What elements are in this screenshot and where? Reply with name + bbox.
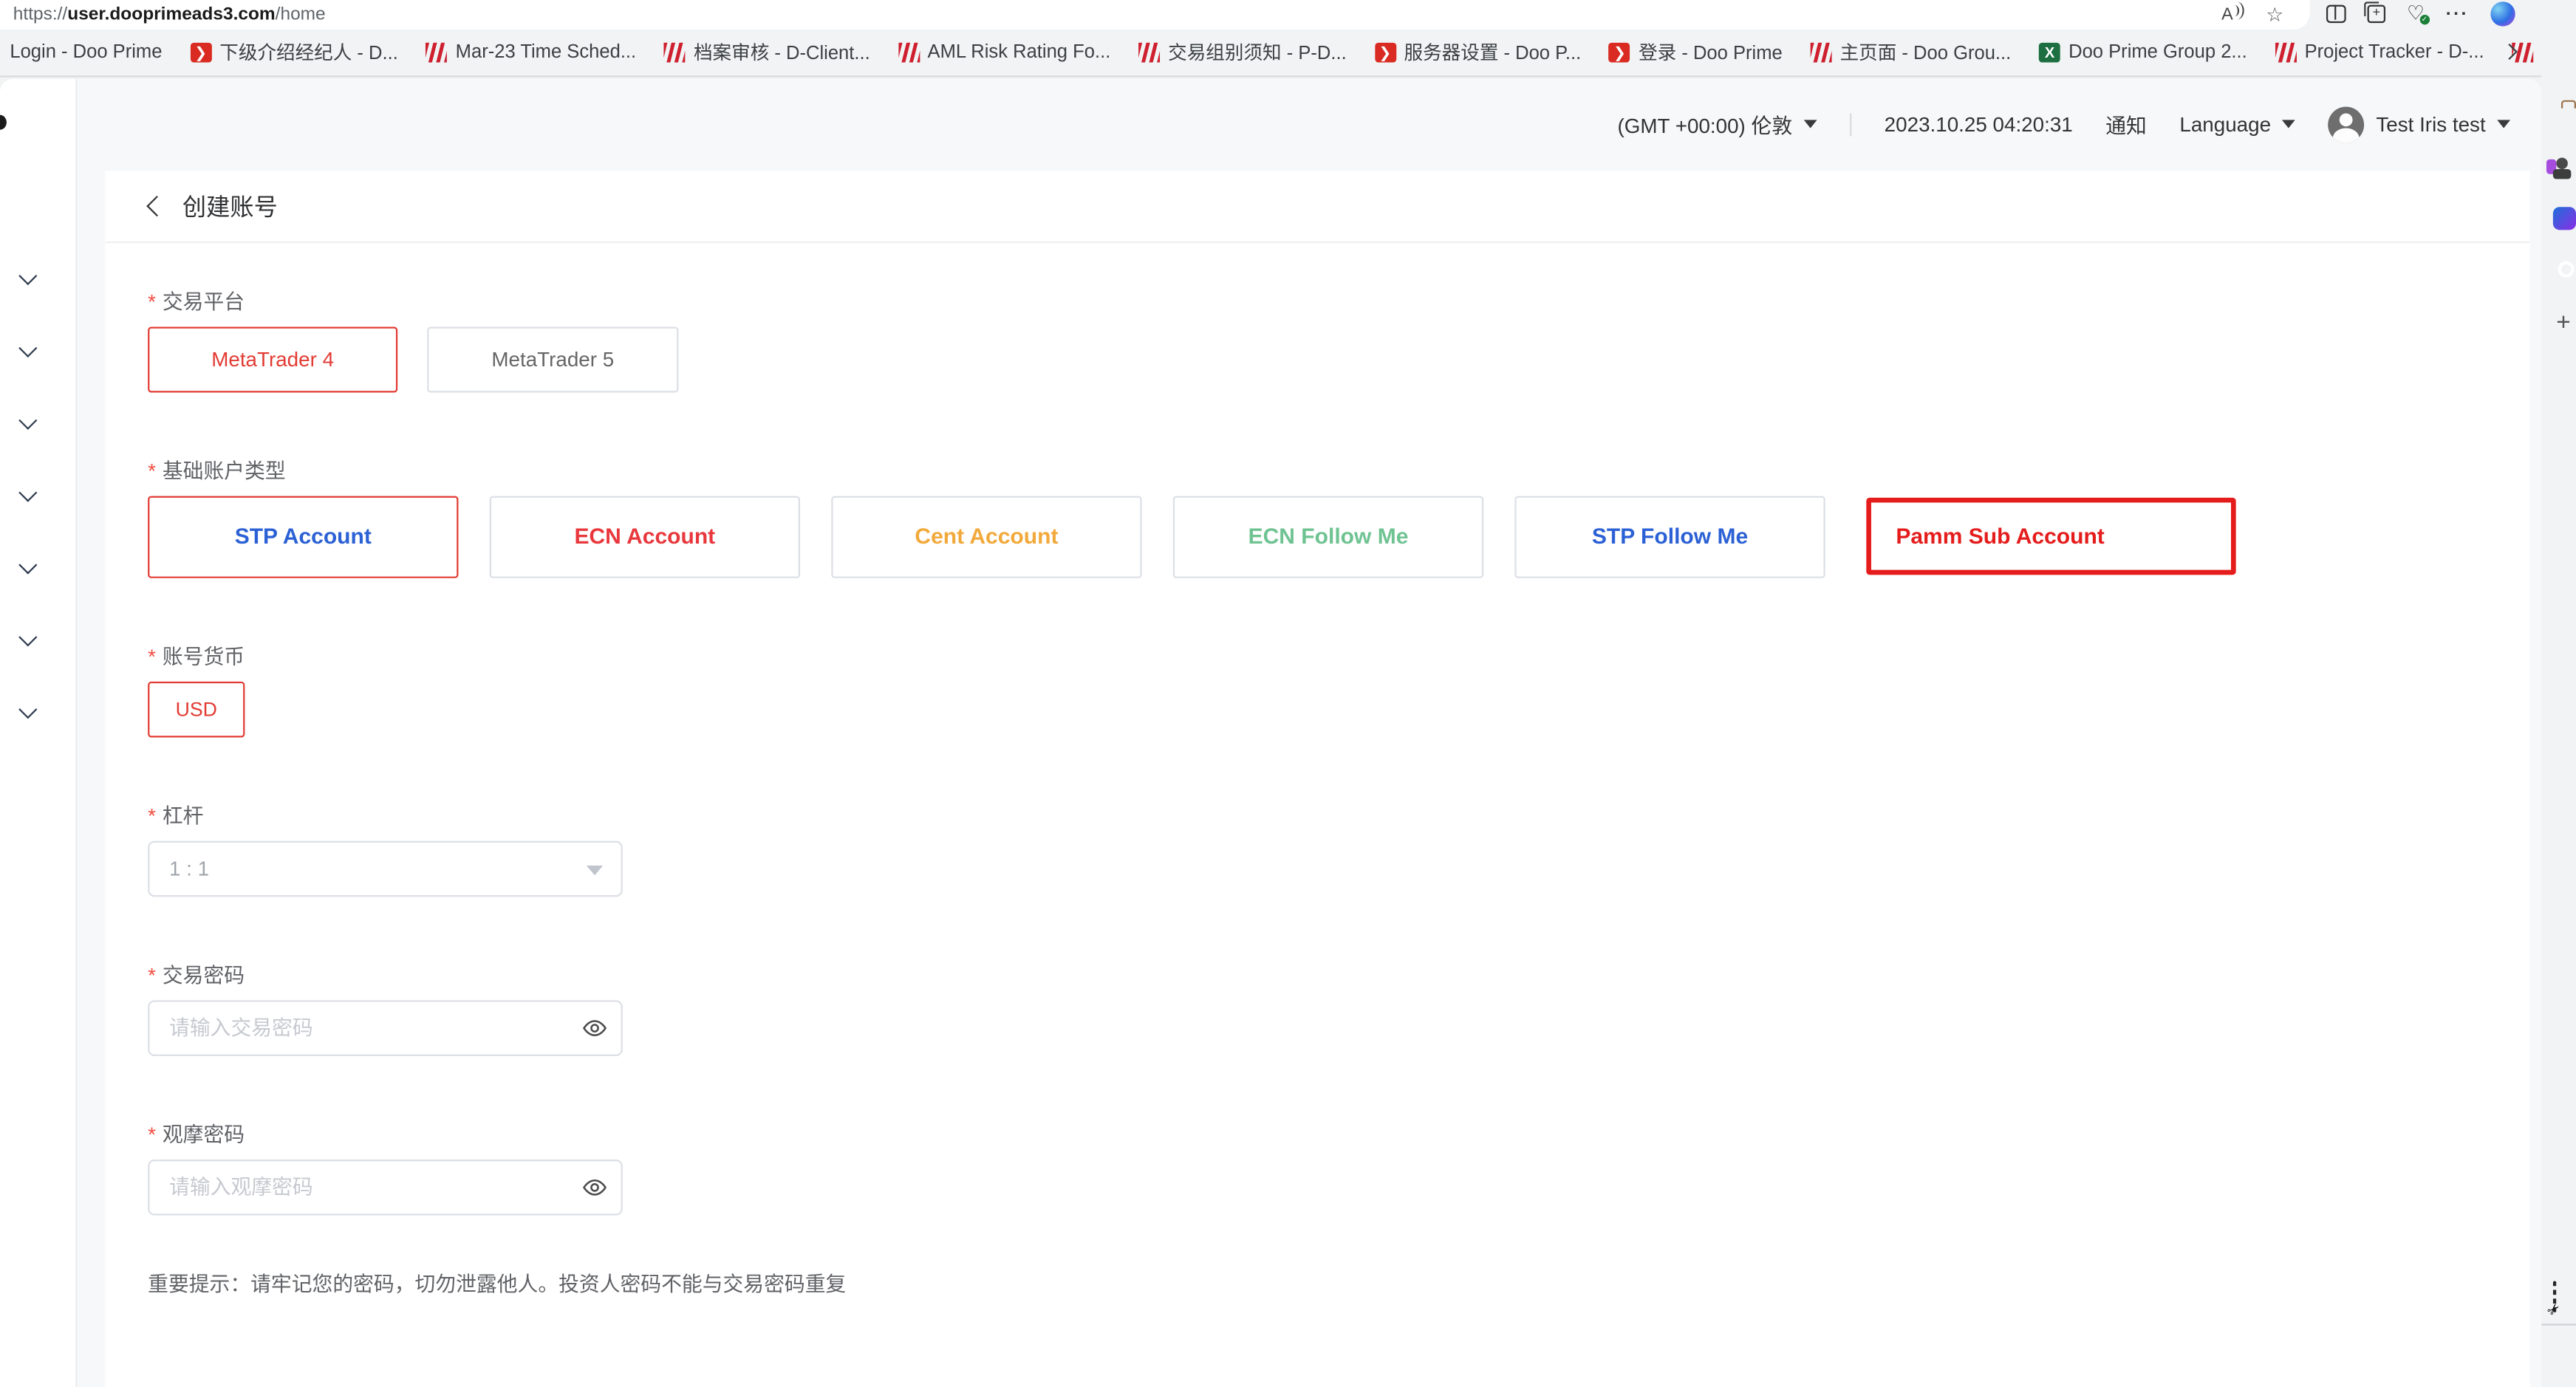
platform-option-metatrader5[interactable]: MetaTrader 5 (427, 326, 678, 391)
split-screen-icon[interactable] (2326, 5, 2346, 23)
watch-password-label: *观摩密码 (148, 1121, 2487, 1149)
sidebar-expand-chevron-icon[interactable] (15, 482, 41, 509)
bookmark[interactable]: AML Risk Rating Fo... (898, 42, 1111, 62)
bookmark[interactable]: Project Tracker - D-... (2275, 42, 2484, 62)
sidebar-expand-chevron-icon[interactable] (15, 410, 41, 436)
create-account-card: 创建账号 *交易平台 MetaTrader 4 MetaTrader 5 *基础… (105, 170, 2529, 1387)
sidebar-divider (2541, 1323, 2576, 1324)
watch-password-section: *观摩密码 (148, 1121, 2487, 1215)
bookmark[interactable]: 主页面 - Doo Grou... (1811, 39, 2012, 66)
account-type-option-pamm-sub-highlighted[interactable]: Pamm Sub Account (1866, 498, 2235, 575)
username-text: Test Iris test (2376, 112, 2485, 135)
copilot-icon[interactable] (2490, 2, 2515, 27)
account-type-option-stp[interactable]: STP Account (148, 495, 458, 577)
chevron-down-icon (2497, 120, 2510, 128)
trade-password-input[interactable] (148, 999, 623, 1055)
user-menu[interactable]: Test Iris test (2329, 106, 2510, 142)
show-password-eye-icon[interactable] (581, 1174, 608, 1200)
bookmark[interactable]: 交易组别须知 - P-D... (1138, 39, 1347, 66)
language-label: Language (2179, 112, 2271, 135)
web-page: (GMT +00:00) 伦敦 2023.10.25 04:20:31 通知 L… (0, 78, 2541, 1387)
sidebar-expand-chevron-icon[interactable] (15, 626, 41, 653)
leverage-label: *杠杆 (148, 802, 2487, 830)
currency-option-usd[interactable]: USD (148, 681, 245, 737)
account-type-option-stp-follow-me[interactable]: STP Follow Me (1514, 495, 1825, 577)
doo-prime-favicon (426, 42, 448, 62)
microsoft365-icon[interactable] (2553, 206, 2576, 229)
currency-section: *账号货币 USD (148, 643, 2487, 737)
collections-icon[interactable] (2368, 5, 2385, 23)
red-arrow-favicon: ❯ (190, 42, 211, 62)
page-title-row: 创建账号 (105, 170, 2529, 242)
doo-prime-favicon (1811, 42, 1832, 62)
bookmarks-overflow-chevron-icon[interactable] (2504, 45, 2517, 58)
doo-prime-favicon (2275, 42, 2297, 62)
trade-password-section: *交易密码 (148, 962, 2487, 1055)
app-sidebar (0, 78, 78, 1387)
sidebar-expand-chevron-icon[interactable] (15, 265, 41, 292)
dropdown-caret-icon (587, 865, 603, 874)
partial-logo-glyph (0, 114, 7, 129)
excel-favicon: X (2039, 42, 2060, 62)
currency-label: *账号货币 (148, 643, 2487, 671)
doo-prime-favicon (898, 42, 920, 62)
browser-essentials-icon[interactable]: ♡✓ (2407, 5, 2425, 23)
sidebar-expand-chevron-icon[interactable] (15, 699, 41, 725)
favorites-star-icon[interactable]: ☆ (2266, 6, 2283, 22)
doo-prime-favicon (664, 42, 686, 62)
datetime-text: 2023.10.25 04:20:31 (1885, 112, 2073, 135)
bookmark[interactable]: ❯服务器设置 - Doo P... (1374, 39, 1581, 66)
timezone-selector[interactable]: (GMT +00:00) 伦敦 (1618, 109, 1817, 140)
chevron-down-icon (2283, 120, 2296, 128)
account-type-option-ecn[interactable]: ECN Account (490, 495, 800, 577)
sidebar-expand-chevron-icon[interactable] (15, 555, 41, 581)
bookmark[interactable]: Mar-23 Time Sched... (426, 42, 637, 62)
read-aloud-icon[interactable]: A (2221, 4, 2243, 24)
edge-sidebar: + (2541, 29, 2576, 1387)
sidebar-expand-chevron-icon[interactable] (15, 338, 41, 364)
url-text: https://user.dooprimeads3.com/home (13, 4, 326, 24)
watch-password-input[interactable] (148, 1159, 623, 1215)
chevron-down-icon (1804, 120, 1817, 128)
back-button[interactable] (149, 197, 165, 213)
platform-option-metatrader4[interactable]: MetaTrader 4 (148, 326, 397, 391)
doo-prime-favicon (1138, 42, 1160, 62)
platform-label: *交易平台 (148, 288, 2487, 316)
language-selector[interactable]: Language (2179, 112, 2295, 135)
add-sidebar-item-icon[interactable]: + (2556, 308, 2570, 336)
leverage-section: *杠杆 1 : 1 (148, 802, 2487, 896)
red-arrow-favicon: ❯ (1609, 42, 1630, 62)
leverage-value: 1 : 1 (169, 857, 209, 880)
trade-password-label: *交易密码 (148, 962, 2487, 990)
page-title: 创建账号 (182, 188, 278, 223)
account-type-option-cent[interactable]: Cent Account (831, 495, 1141, 577)
screenshot-tool-icon[interactable] (2553, 1280, 2556, 1311)
bookmark[interactable]: XDoo Prime Group 2... (2039, 42, 2247, 62)
browser-window: https://user.dooprimeads3.com/home A ☆ ♡… (0, 0, 2576, 1387)
bookmark[interactable]: ❯登录 - Doo Prime (1609, 39, 1783, 66)
red-arrow-favicon: ❯ (1374, 42, 1395, 62)
bookmark[interactable]: 档案审核 - D-Client... (664, 39, 870, 66)
leverage-select[interactable]: 1 : 1 (148, 840, 623, 896)
browser-toolbar: https://user.dooprimeads3.com/home A ☆ ♡… (0, 0, 2576, 29)
account-type-option-ecn-follow-me[interactable]: ECN Follow Me (1173, 495, 1483, 577)
header-divider (1850, 112, 1851, 135)
create-account-form: *交易平台 MetaTrader 4 MetaTrader 5 *基础账户类型 … (105, 242, 2529, 1297)
account-type-label: *基础账户类型 (148, 457, 2487, 485)
address-bar[interactable]: https://user.dooprimeads3.com/home A ☆ (0, 0, 2310, 29)
bookmark[interactable]: Login - Doo Prime (10, 42, 162, 62)
timezone-label: (GMT +00:00) 伦敦 (1618, 109, 1793, 140)
notifications-link[interactable]: 通知 (2105, 109, 2147, 140)
platform-section: *交易平台 MetaTrader 4 MetaTrader 5 (148, 288, 2487, 391)
chevron-left-icon (146, 196, 167, 216)
bookmark[interactable]: ❯下级介绍经纪人 - D... (190, 39, 398, 66)
show-password-eye-icon[interactable] (581, 1014, 608, 1041)
password-notice: 重要提示：请牢记您的密码，切勿泄露他人。投资人密码不能与交易密码重复 (148, 1265, 2487, 1296)
bookmarks-bar: Login - Doo Prime ❯下级介绍经纪人 - D... Mar-23… (0, 29, 2576, 78)
settings-menu-icon[interactable]: ··· (2446, 4, 2469, 24)
app-header: (GMT +00:00) 伦敦 2023.10.25 04:20:31 通知 L… (75, 78, 2541, 171)
account-type-section: *基础账户类型 STP Account ECN Account Cent Acc… (148, 457, 2487, 577)
avatar (2329, 106, 2365, 142)
